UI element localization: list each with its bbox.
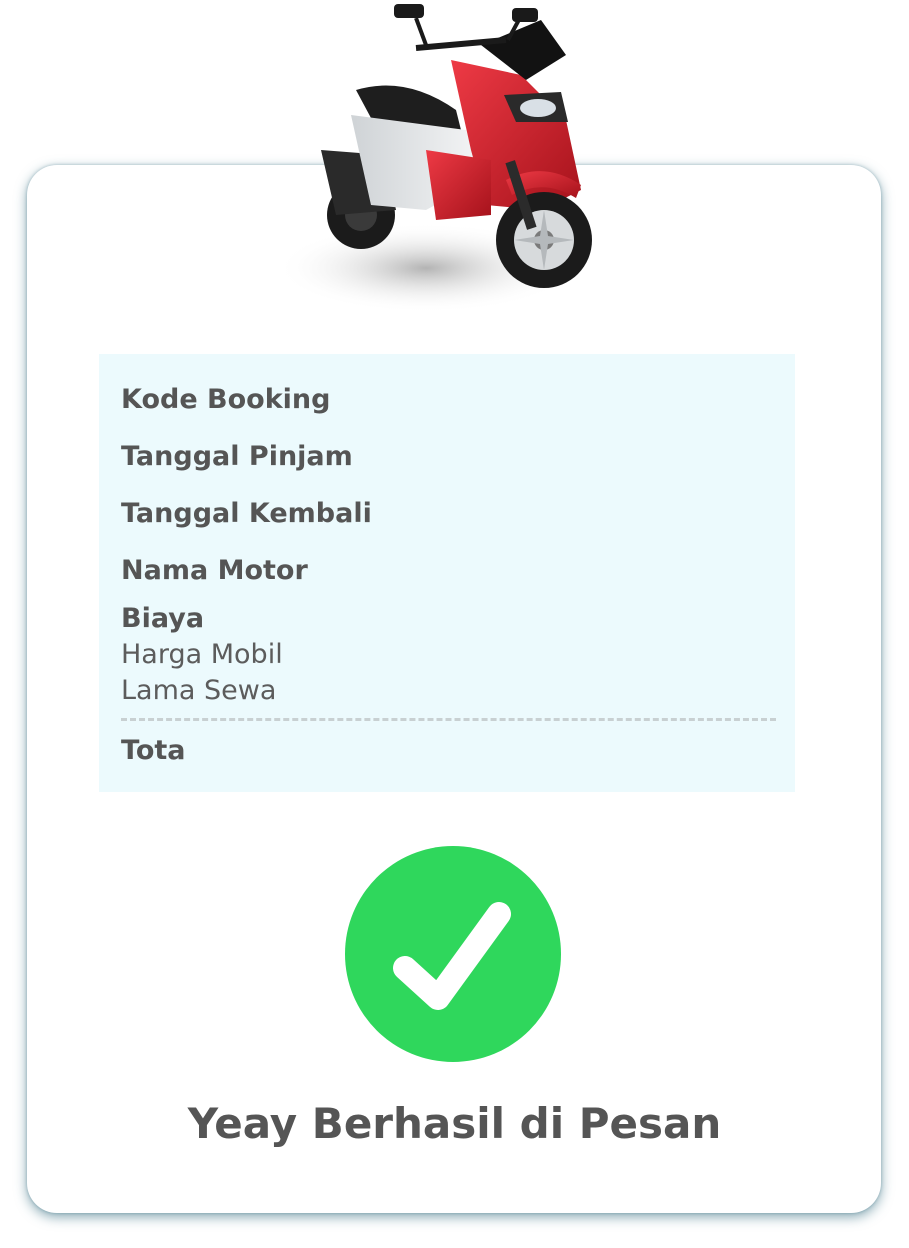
cost-label: Biaya bbox=[121, 603, 205, 634]
price-label: Harga Mobil bbox=[121, 639, 283, 670]
motor-name-label: Nama Motor bbox=[121, 555, 308, 586]
booking-code-label: Kode Booking bbox=[121, 384, 331, 415]
pickup-date-label: Tanggal Pinjam bbox=[121, 441, 353, 472]
total-label: Tota bbox=[121, 735, 186, 766]
duration-label: Lama Sewa bbox=[121, 675, 277, 706]
return-date-label: Tanggal Kembali bbox=[121, 498, 372, 529]
scooter-image bbox=[276, 0, 606, 330]
check-circle-icon bbox=[345, 846, 561, 1062]
dashed-divider bbox=[121, 718, 776, 721]
booking-details-panel: Kode Booking Tanggal Pinjam Tanggal Kemb… bbox=[99, 354, 795, 792]
success-message: Yeay Berhasil di Pesan bbox=[187, 1099, 722, 1148]
